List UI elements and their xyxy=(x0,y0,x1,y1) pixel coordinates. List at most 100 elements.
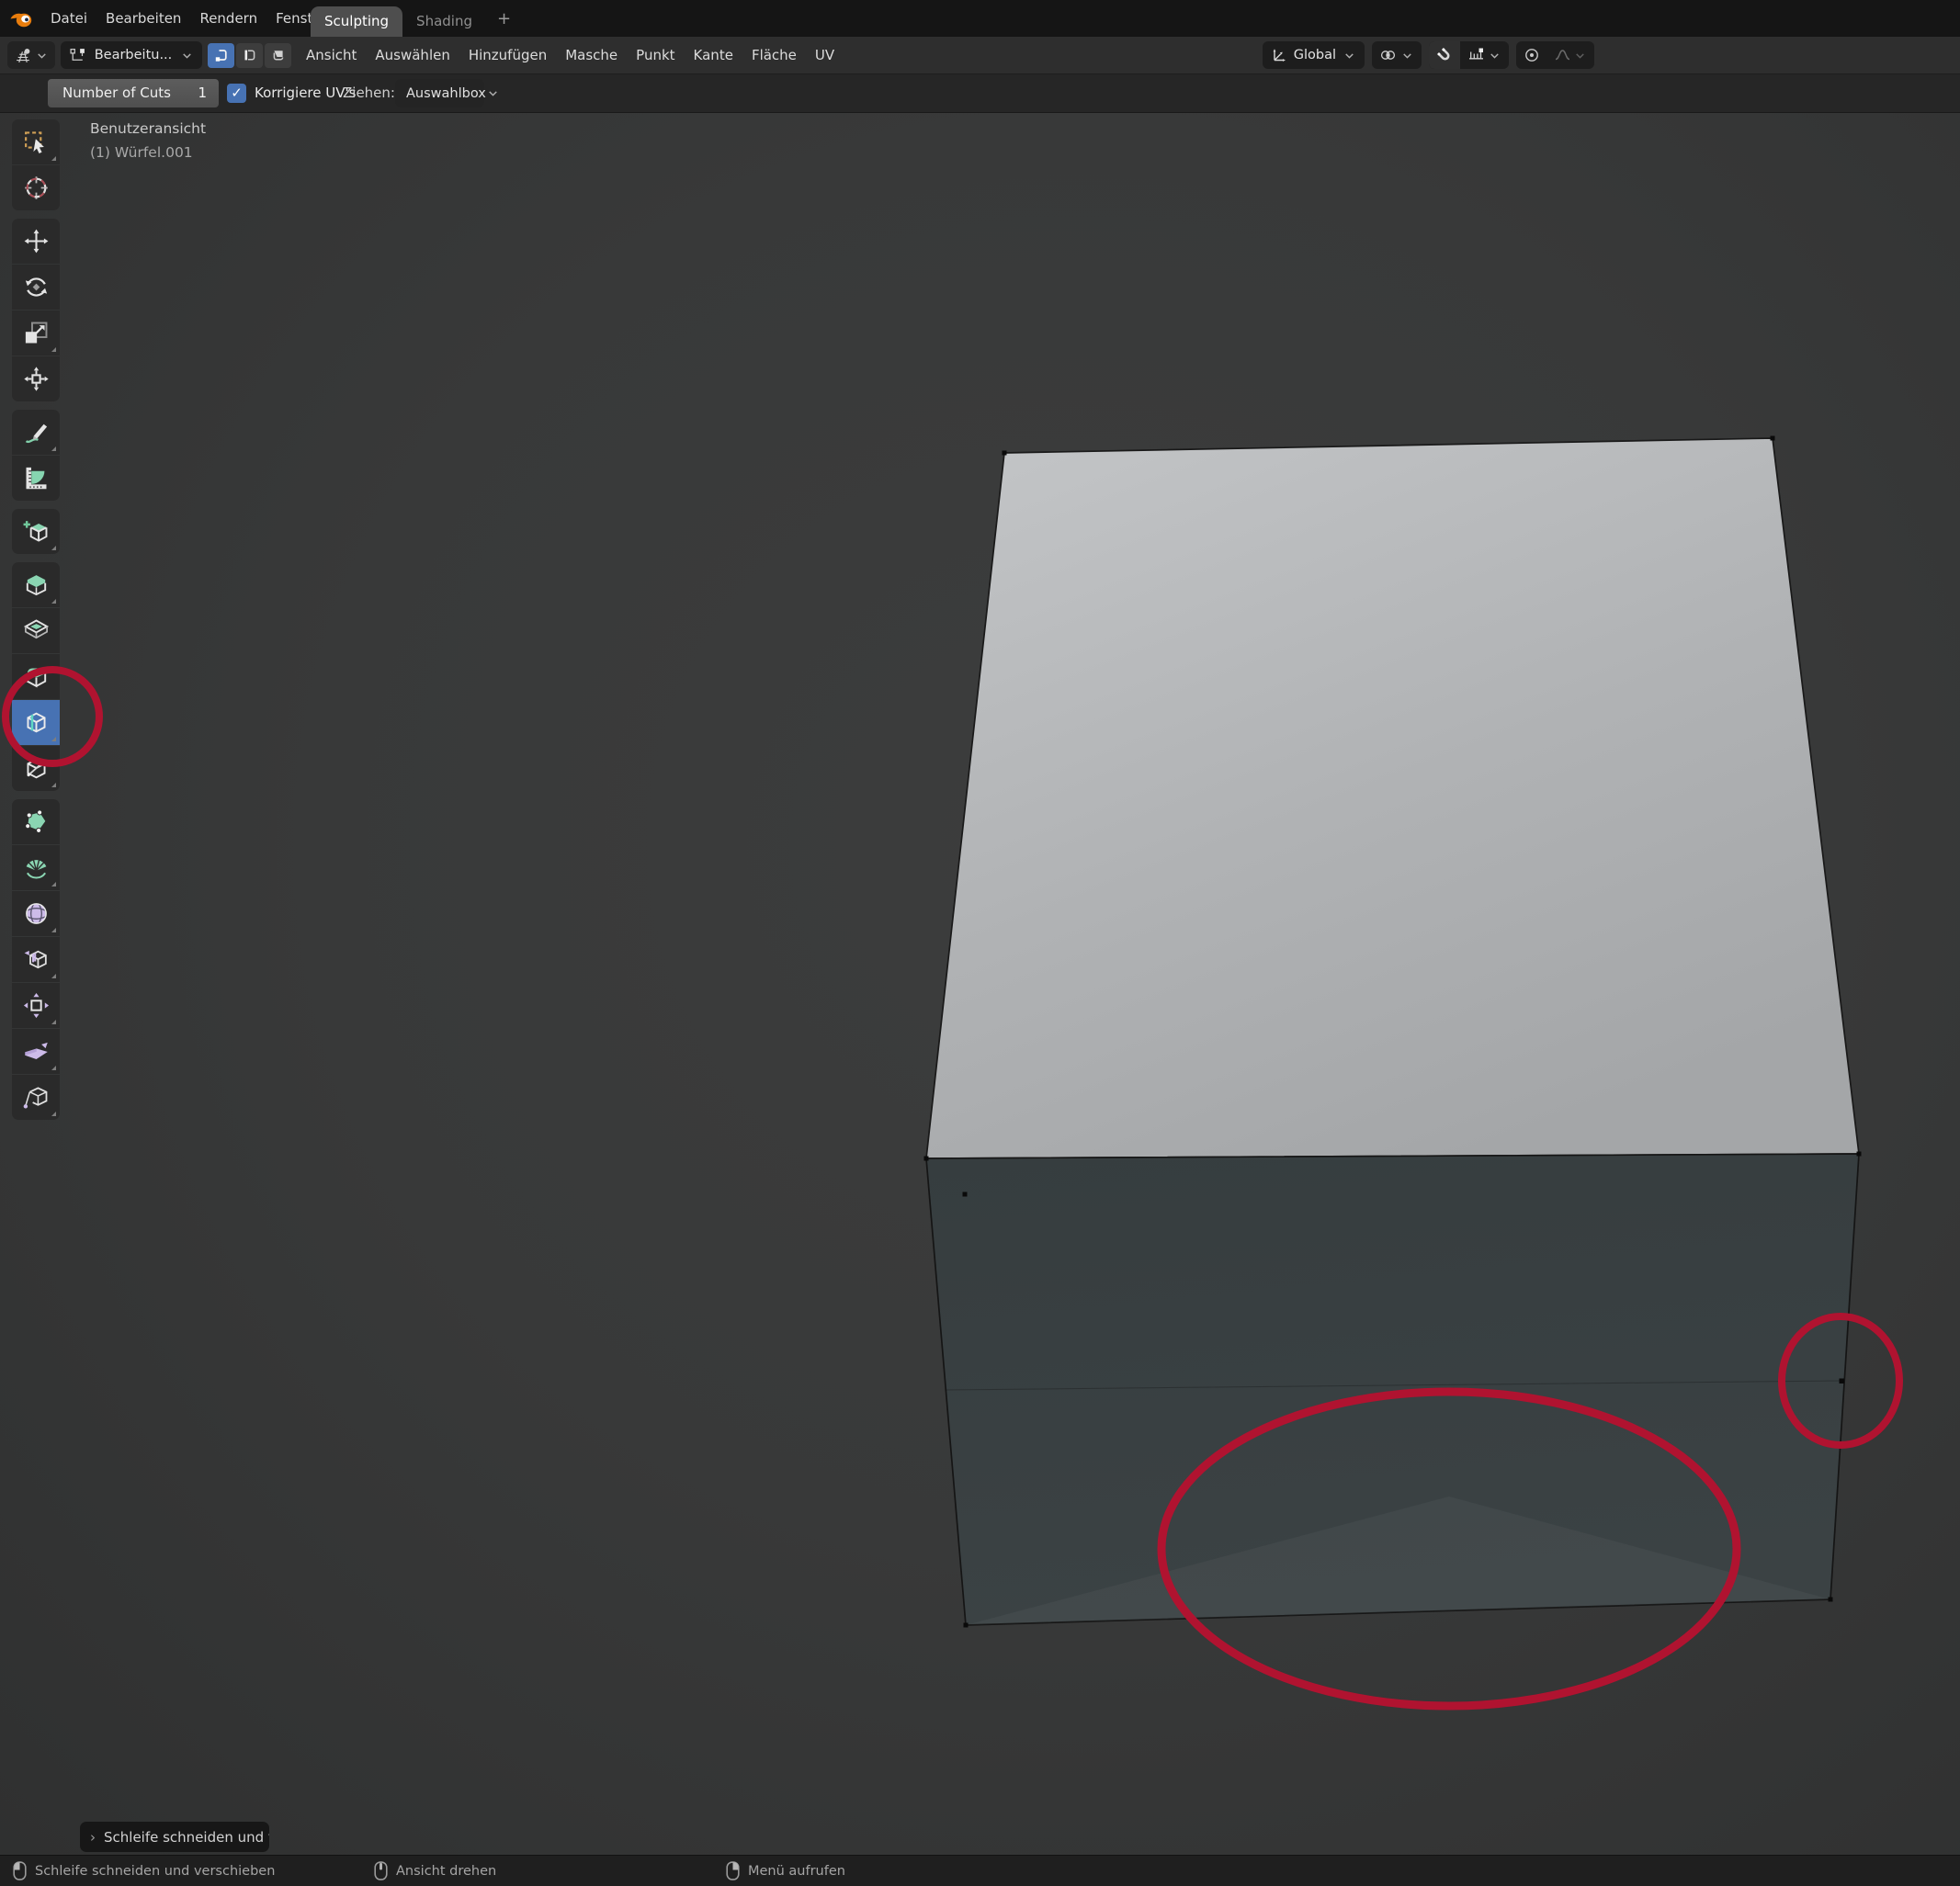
topbar: DateiBearbeitenRendernFensterHilfe Sculp… xyxy=(0,0,1960,37)
inset-faces-icon xyxy=(22,616,51,645)
correct-uvs-label: Korrigiere UV's xyxy=(255,74,356,112)
move-icon xyxy=(22,227,51,255)
tool-rotate-button[interactable] xyxy=(12,265,60,310)
select-mode-group xyxy=(208,43,291,68)
workspace-tab-sculpting[interactable]: Sculpting xyxy=(311,6,402,37)
shear-icon xyxy=(22,1037,51,1066)
snap-target-dropdown[interactable] xyxy=(1460,47,1509,63)
proportional-edit-group xyxy=(1516,41,1594,69)
edge-select-mode-button[interactable] xyxy=(236,43,263,68)
flyout-indicator xyxy=(51,156,56,161)
flyout-indicator xyxy=(51,347,56,352)
face-select-icon xyxy=(270,47,287,63)
operator-panel[interactable]: › Schleife schneiden und v xyxy=(80,1822,269,1852)
expand-arrow-icon: › xyxy=(90,1829,96,1846)
pivot-point-dropdown[interactable] xyxy=(1372,41,1422,69)
chevron-down-icon xyxy=(180,49,194,62)
bevel-icon xyxy=(22,662,51,691)
topbar-menu-datei[interactable]: Datei xyxy=(41,0,96,37)
chevron-down-icon xyxy=(1400,49,1414,62)
tool-inset-faces-button[interactable] xyxy=(12,608,60,653)
number-of-cuts-field[interactable]: Number of Cuts 1 xyxy=(48,79,219,107)
snap-increment-icon xyxy=(1467,47,1485,63)
status-hint-ansicht-drehen: Ansicht drehen xyxy=(374,1856,496,1886)
cuts-label: Number of Cuts xyxy=(62,79,171,107)
viewport-header: Bearbeitu... AnsichtAuswählenHinzufügenM… xyxy=(0,37,1960,74)
falloff-dropdown[interactable] xyxy=(1546,47,1594,63)
chevron-down-icon xyxy=(35,49,49,62)
viewport-menu-hinzufugen[interactable]: Hinzufügen xyxy=(459,37,556,74)
tool-bevel-button[interactable] xyxy=(12,654,60,699)
workspace-tab-shading[interactable]: Shading xyxy=(402,6,486,37)
mode-select-dropdown[interactable]: Bearbeitu... xyxy=(61,41,202,69)
viewport-menu-masche[interactable]: Masche xyxy=(556,37,627,74)
tool-select-box-button[interactable] xyxy=(12,119,60,164)
tool-extrude-region-button[interactable] xyxy=(12,562,60,607)
tool-shear-button[interactable] xyxy=(12,1029,60,1074)
tool-add-cube-button[interactable] xyxy=(12,509,60,554)
tool-move-button[interactable] xyxy=(12,219,60,264)
viewport-menu-punkt[interactable]: Punkt xyxy=(627,37,684,74)
extrude-region-icon xyxy=(22,570,51,599)
viewport-menu-flache[interactable]: Fläche xyxy=(742,37,806,74)
flyout-indicator xyxy=(51,882,56,887)
flyout-indicator xyxy=(51,737,56,741)
proportional-edit-toggle[interactable] xyxy=(1516,41,1546,69)
transform-orientation-dropdown[interactable]: Global xyxy=(1263,41,1365,69)
viewport-menu-uv[interactable]: UV xyxy=(806,37,844,74)
tool-knife-button[interactable] xyxy=(12,746,60,791)
drag-label: Ziehen: xyxy=(343,74,395,112)
view-name-label: Benutzeransicht xyxy=(90,117,206,141)
tool-spin-button[interactable] xyxy=(12,845,60,890)
smooth-icon xyxy=(22,899,51,928)
poly-build-icon xyxy=(22,807,51,836)
viewport-menu-kante[interactable]: Kante xyxy=(685,37,742,74)
flyout-indicator xyxy=(51,546,56,550)
flyout-indicator xyxy=(51,1020,56,1024)
editor-type-button[interactable] xyxy=(7,41,55,69)
object-name-label: (1) Würfel.001 xyxy=(90,141,206,164)
viewport-menu-ansicht[interactable]: Ansicht xyxy=(297,37,366,74)
snap-toggle-button[interactable] xyxy=(1429,41,1460,69)
magnet-icon xyxy=(1436,47,1453,63)
tool-loop-cut-button[interactable] xyxy=(12,700,60,745)
tool-annotate-button[interactable] xyxy=(12,410,60,455)
orientation-label: Global xyxy=(1294,48,1336,62)
chevron-down-icon xyxy=(1343,49,1356,62)
flyout-indicator xyxy=(51,599,56,604)
mode-label: Bearbeitu... xyxy=(95,48,173,62)
mouse-middle-icon xyxy=(374,1861,388,1880)
topbar-menu-bearbeiten[interactable]: Bearbeiten xyxy=(96,0,190,37)
topbar-menu-rendern[interactable]: Rendern xyxy=(190,0,266,37)
rotate-icon xyxy=(22,273,51,301)
viewport-3d[interactable] xyxy=(0,112,1960,1856)
blender-logo-icon xyxy=(9,8,34,28)
tool-measure-button[interactable] xyxy=(12,456,60,501)
flyout-indicator xyxy=(51,1066,56,1070)
tool-transform-button[interactable] xyxy=(12,356,60,401)
falloff-curve-icon xyxy=(1554,47,1571,63)
tool-smooth-button[interactable] xyxy=(12,891,60,936)
workspace-tabs: SculptingShading + xyxy=(311,0,522,37)
face-select-mode-button[interactable] xyxy=(265,43,291,68)
viewport-editor-icon xyxy=(15,47,32,64)
add-workspace-button[interactable]: + xyxy=(486,2,522,37)
correct-uvs-checkbox[interactable]: ✓ xyxy=(227,84,246,103)
tool-poly-build-button[interactable] xyxy=(12,799,60,844)
tool-settings-bar: Number of Cuts 1 ✓ Korrigiere UV's Ziehe… xyxy=(0,74,1960,113)
chevron-down-icon xyxy=(486,86,500,100)
tool-rip-region-button[interactable] xyxy=(12,1075,60,1120)
toolbar xyxy=(12,119,60,1120)
drag-mode-dropdown[interactable]: Auswahlbox xyxy=(395,79,484,107)
tool-edge-slide-button[interactable] xyxy=(12,937,60,982)
tool-shrink-fatten-button[interactable] xyxy=(12,983,60,1028)
tool-cursor-button[interactable] xyxy=(12,165,60,210)
mouse-left-icon xyxy=(13,1861,27,1880)
vertex-select-mode-button[interactable] xyxy=(208,43,234,68)
scale-icon xyxy=(22,319,51,347)
tool-scale-button[interactable] xyxy=(12,311,60,356)
flyout-indicator xyxy=(51,928,56,932)
chevron-down-icon xyxy=(1488,49,1501,62)
status-hint-label: Schleife schneiden und verschieben xyxy=(35,1864,275,1879)
viewport-menu-auswahlen[interactable]: Auswählen xyxy=(366,37,459,74)
